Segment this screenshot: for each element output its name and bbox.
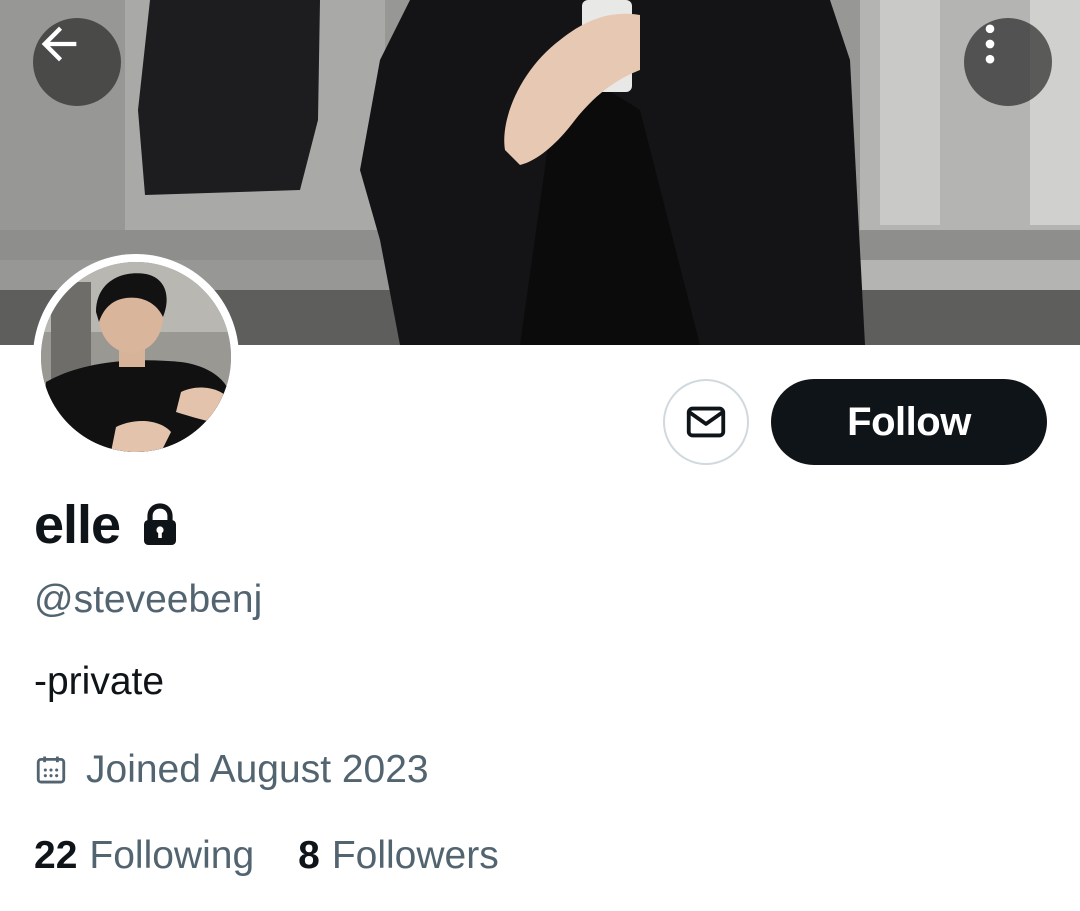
arrow-left-icon <box>41 26 77 62</box>
calendar-icon <box>36 756 66 784</box>
more-vertical-icon <box>985 24 995 64</box>
followers-label: Followers <box>331 834 499 877</box>
back-button[interactable] <box>33 18 121 106</box>
avatar-photo <box>41 262 231 452</box>
profile-handle: @steveebenj <box>34 578 263 621</box>
following-count: 22 <box>34 834 78 877</box>
message-button[interactable] <box>663 379 749 465</box>
joined-date-row: Joined August 2023 <box>34 746 429 794</box>
follow-stats: 22 Following 8 Followers <box>34 832 543 880</box>
profile-bio: -private <box>34 660 165 703</box>
more-options-button[interactable] <box>964 18 1052 106</box>
follow-button[interactable]: Follow <box>771 379 1047 465</box>
followers-link[interactable]: 8 Followers <box>298 834 499 878</box>
followers-count: 8 <box>298 834 320 877</box>
profile-page: Follow elle @steveebenj -private Joined <box>0 0 1080 911</box>
joined-date: Joined August 2023 <box>86 748 429 791</box>
name-row: elle <box>34 494 180 556</box>
envelope-icon <box>686 406 726 438</box>
following-label: Following <box>89 834 255 877</box>
display-name: elle <box>34 495 121 555</box>
following-link[interactable]: 22 Following <box>34 834 254 878</box>
lock-icon <box>140 503 180 547</box>
profile-avatar[interactable] <box>33 254 239 460</box>
